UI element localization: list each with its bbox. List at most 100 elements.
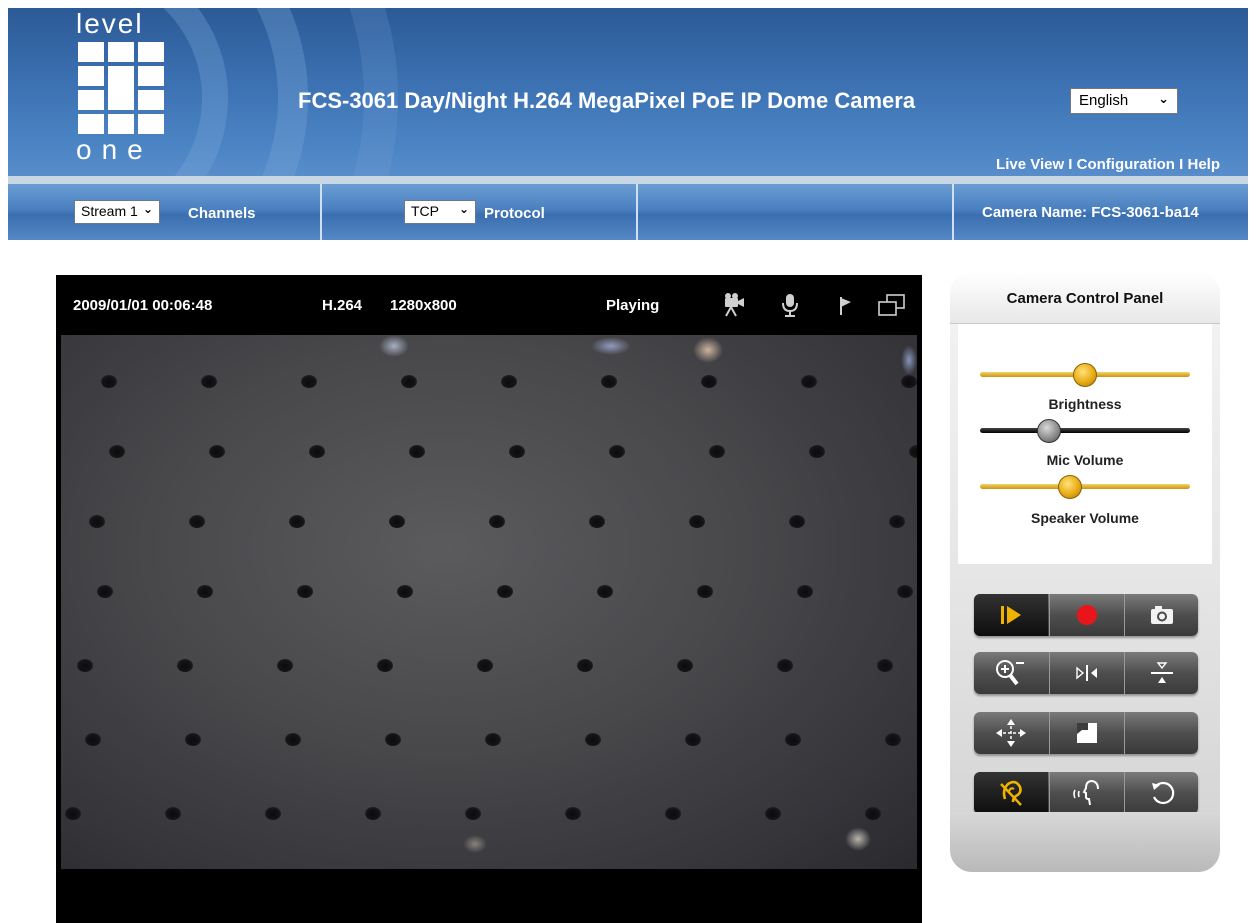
protocol-select[interactable]: TCP ⌄ <box>404 200 476 224</box>
mic-volume-slider-track[interactable] <box>980 428 1190 433</box>
rotate-icon <box>1151 781 1174 805</box>
pegboard-hole <box>97 585 113 598</box>
pegboard-hole <box>189 515 205 528</box>
pegboard-hole <box>709 445 725 458</box>
pegboard-hole <box>485 733 501 746</box>
pegboard-hole <box>165 807 181 820</box>
pegboard-hole <box>777 659 793 672</box>
nav-live-view[interactable]: Live View <box>996 156 1064 173</box>
talk-button[interactable] <box>1049 772 1123 814</box>
pegboard-hole <box>109 445 125 458</box>
pegboard-hole <box>389 515 405 528</box>
speaker-volume-label: Speaker Volume <box>1031 510 1139 526</box>
panel-title: Camera Control Panel <box>950 272 1220 324</box>
record-icon <box>1076 605 1097 625</box>
view-button-row <box>974 652 1198 694</box>
pegboard-hole <box>209 445 225 458</box>
flag-icon[interactable] <box>832 291 860 319</box>
pegboard-hole <box>565 807 581 820</box>
pegboard-hole <box>285 733 301 746</box>
top-nav: Live View I Configuration I Help <box>996 156 1220 173</box>
protocol-select-value: TCP <box>411 203 439 219</box>
nav-help[interactable]: Help <box>1187 156 1220 173</box>
pegboard-hole <box>889 515 905 528</box>
listen-button[interactable] <box>974 772 1048 814</box>
pegboard-hole <box>665 807 681 820</box>
pegboard-hole <box>85 733 101 746</box>
play-button[interactable] <box>974 594 1048 636</box>
nav-configuration[interactable]: Configuration <box>1077 156 1175 173</box>
pegboard-hole <box>885 733 901 746</box>
brightness-label: Brightness <box>1048 396 1122 412</box>
pegboard-hole <box>701 375 717 388</box>
light-reflection <box>693 337 723 363</box>
brightness-slider-knob[interactable] <box>1073 363 1097 387</box>
pegboard-hole <box>385 733 401 746</box>
header-banner: level one FCS-3061 Day/Night H.264 MegaP… <box>8 8 1248 180</box>
video-status: Playing <box>606 297 660 314</box>
speaker-volume-slider-track[interactable] <box>980 484 1190 489</box>
pegboard-hole <box>397 585 413 598</box>
video-frame[interactable] <box>61 335 917 869</box>
speaker-volume-slider-knob[interactable] <box>1058 475 1083 499</box>
talk-icon <box>1072 780 1099 806</box>
pegboard-hole <box>201 375 217 388</box>
pegboard-hole <box>509 445 525 458</box>
light-reflection <box>463 835 487 853</box>
window-icon[interactable] <box>876 291 905 319</box>
pegboard-hole <box>377 659 393 672</box>
pegboard-hole <box>897 585 913 598</box>
pegboard-hole <box>697 585 713 598</box>
flip-button[interactable] <box>1124 652 1198 694</box>
language-value: English <box>1079 92 1129 109</box>
rotate-button[interactable] <box>1124 772 1198 814</box>
microphone-icon[interactable] <box>776 291 804 319</box>
pegboard-hole <box>809 445 825 458</box>
pegboard-hole <box>297 585 313 598</box>
language-select[interactable]: English ⌄ <box>1070 88 1178 114</box>
pegboard-hole <box>901 375 917 388</box>
toolbar-divider <box>320 184 322 240</box>
zoom-button[interactable] <box>974 652 1048 694</box>
flip-icon <box>1150 662 1173 683</box>
playback-button-row <box>974 594 1198 636</box>
pegboard-hole <box>801 375 817 388</box>
video-camera-icon[interactable] <box>720 291 748 319</box>
stream-select[interactable]: Stream 1 ⌄ <box>74 200 160 224</box>
page-title: FCS-3061 Day/Night H.264 MegaPixel PoE I… <box>298 88 916 113</box>
pegboard-hole <box>177 659 193 672</box>
protocol-label: Protocol <box>484 205 545 222</box>
pegboard-hole <box>197 585 213 598</box>
listen-icon <box>1000 780 1022 806</box>
pegboard-hole <box>577 659 593 672</box>
levelone-logo: level one <box>16 8 166 168</box>
logo-grid-icon <box>78 42 168 134</box>
pegboard-hole <box>77 659 93 672</box>
light-reflection <box>591 337 631 355</box>
record-button[interactable] <box>1049 594 1123 636</box>
mic-volume-slider-knob[interactable] <box>1037 419 1062 443</box>
crop-button[interactable] <box>1049 712 1123 754</box>
pegboard-hole <box>597 585 613 598</box>
pegboard-hole <box>497 585 513 598</box>
pegboard-hole <box>465 807 481 820</box>
camera-name: Camera Name: FCS-3061-ba14 <box>982 204 1199 221</box>
pegboard-hole <box>689 515 705 528</box>
pegboard-hole <box>609 445 625 458</box>
crop-icon <box>1076 723 1097 743</box>
snapshot-button[interactable] <box>1124 594 1198 636</box>
snapshot-icon <box>1150 606 1173 624</box>
blank-button[interactable] <box>1124 712 1198 754</box>
mirror-button[interactable] <box>1049 652 1123 694</box>
move-button[interactable] <box>974 712 1048 754</box>
slider-section: Brightness Mic Volume Speaker Volume <box>958 324 1212 564</box>
pegboard-hole <box>409 445 425 458</box>
channels-label: Channels <box>188 205 256 222</box>
pegboard-hole <box>489 515 505 528</box>
pegboard-hole <box>65 807 81 820</box>
pegboard-hole <box>585 733 601 746</box>
chevron-down-icon: ⌄ <box>458 202 469 216</box>
toolbar-divider <box>636 184 638 240</box>
ptz-button-row <box>974 712 1198 754</box>
logo-text-top: level <box>76 8 144 39</box>
